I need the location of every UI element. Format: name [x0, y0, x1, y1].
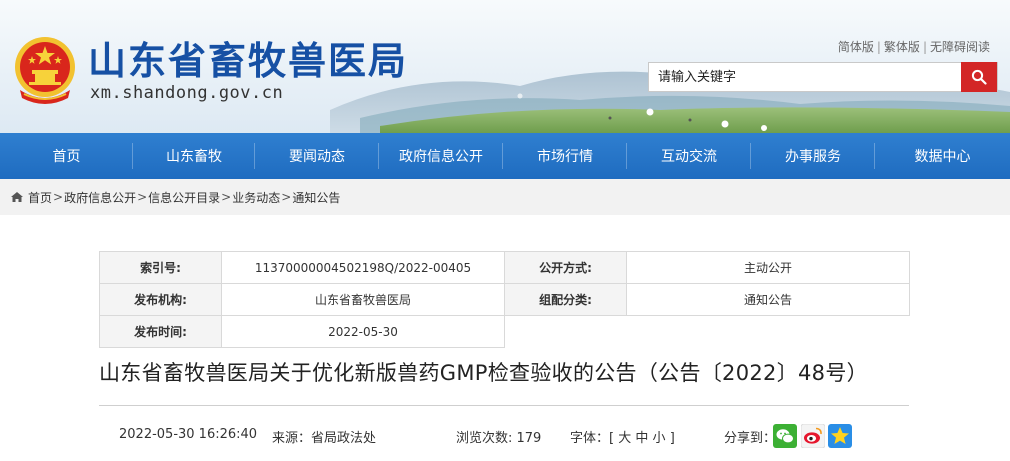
- publisher-value: 山东省畜牧兽医局: [221, 283, 505, 316]
- font-size-controls: 字体：[ 大 中 小 ]: [570, 427, 675, 446]
- accessible-reading-link[interactable]: 无障碍阅读: [930, 40, 990, 54]
- article-source: 来源：省局政法处: [272, 431, 377, 446]
- site-url: xm.shandong.gov.cn: [90, 83, 284, 103]
- article-title: 山东省畜牧兽医局关于优化新版兽药GMP检查验收的公告（公告〔2022〕48号）: [99, 361, 868, 385]
- wechat-share-icon[interactable]: [773, 424, 797, 448]
- weibo-share-icon[interactable]: [801, 424, 825, 448]
- link-separator: |: [876, 40, 881, 54]
- nav-item-interaction[interactable]: 互动交流: [627, 133, 751, 179]
- language-links: 简体版 | 繁体版 | 无障碍阅读: [838, 38, 990, 55]
- breadcrumb-business-news[interactable]: 业务动态: [232, 189, 280, 206]
- search-input[interactable]: [649, 63, 963, 91]
- font-large-button[interactable]: 大: [618, 431, 631, 446]
- table-row: 发布时间: 2022-05-30: [99, 315, 910, 348]
- simplified-chinese-link[interactable]: 简体版: [838, 40, 874, 54]
- site-title[interactable]: 山东省畜牧兽医局: [88, 30, 408, 85]
- index-number-label: 索引号:: [99, 251, 222, 284]
- publish-date-label: 发布时间:: [99, 315, 222, 348]
- category-value: 通知公告: [626, 283, 910, 316]
- disclosure-method-value: 主动公开: [626, 251, 910, 284]
- font-medium-button[interactable]: 中: [635, 431, 648, 446]
- main-navigation: 首页 山东畜牧 要闻动态 政府信息公开 市场行情 互动交流 办事服务 数据中心: [0, 133, 1010, 179]
- nav-item-market[interactable]: 市场行情: [503, 133, 627, 179]
- qzone-share-icon[interactable]: [828, 424, 852, 448]
- table-row: 发布机构: 山东省畜牧兽医局 组配分类: 通知公告: [99, 283, 910, 316]
- search-button[interactable]: [961, 62, 997, 92]
- home-icon: [11, 192, 23, 202]
- breadcrumb: 首页 > 政府信息公开 > 信息公开目录 > 业务动态 > 通知公告: [0, 179, 1010, 215]
- search-box: [648, 62, 998, 92]
- search-icon: [971, 69, 987, 85]
- breadcrumb-info-catalog[interactable]: 信息公开目录: [148, 189, 220, 206]
- publish-date-value: 2022-05-30: [221, 315, 505, 348]
- nav-item-home[interactable]: 首页: [0, 133, 133, 179]
- breadcrumb-separator: >: [281, 190, 292, 204]
- breadcrumb-home[interactable]: 首页: [28, 189, 52, 206]
- index-number-value: 11370000004502198Q/2022-00405: [221, 251, 505, 284]
- title-divider: [99, 405, 909, 406]
- national-emblem-icon: [15, 37, 75, 104]
- breadcrumb-separator: >: [137, 190, 148, 204]
- font-size-label: 字体：[: [570, 431, 615, 446]
- font-small-button[interactable]: 小: [653, 431, 666, 446]
- breadcrumb-separator: >: [53, 190, 64, 204]
- article-datetime: 2022-05-30 16:26:40: [119, 427, 258, 442]
- table-row: 索引号: 11370000004502198Q/2022-00405 公开方式:…: [99, 251, 910, 284]
- breadcrumb-notices[interactable]: 通知公告: [292, 189, 340, 206]
- document-info-table: 索引号: 11370000004502198Q/2022-00405 公开方式:…: [99, 251, 910, 348]
- breadcrumb-government-info[interactable]: 政府信息公开: [64, 189, 136, 206]
- disclosure-method-label: 公开方式:: [504, 251, 627, 284]
- breadcrumb-separator: >: [221, 190, 232, 204]
- nav-item-data-center[interactable]: 数据中心: [875, 133, 1010, 179]
- share-label: 分享到：: [724, 431, 777, 446]
- empty-cell: [505, 316, 910, 348]
- category-label: 组配分类:: [504, 283, 627, 316]
- nav-item-services[interactable]: 办事服务: [751, 133, 875, 179]
- publisher-label: 发布机构:: [99, 283, 222, 316]
- link-separator: |: [922, 40, 927, 54]
- article-views: 浏览次数: 179: [456, 431, 542, 446]
- nav-item-government-info[interactable]: 政府信息公开: [379, 133, 503, 179]
- site-header: 山东省畜牧兽医局 xm.shandong.gov.cn 简体版 | 繁体版 | 无障碍阅…: [0, 0, 1010, 133]
- nav-item-news[interactable]: 要闻动态: [255, 133, 379, 179]
- traditional-chinese-link[interactable]: 繁体版: [884, 40, 920, 54]
- nav-item-shandong-livestock[interactable]: 山东畜牧: [133, 133, 255, 179]
- font-size-close: ]: [669, 431, 675, 446]
